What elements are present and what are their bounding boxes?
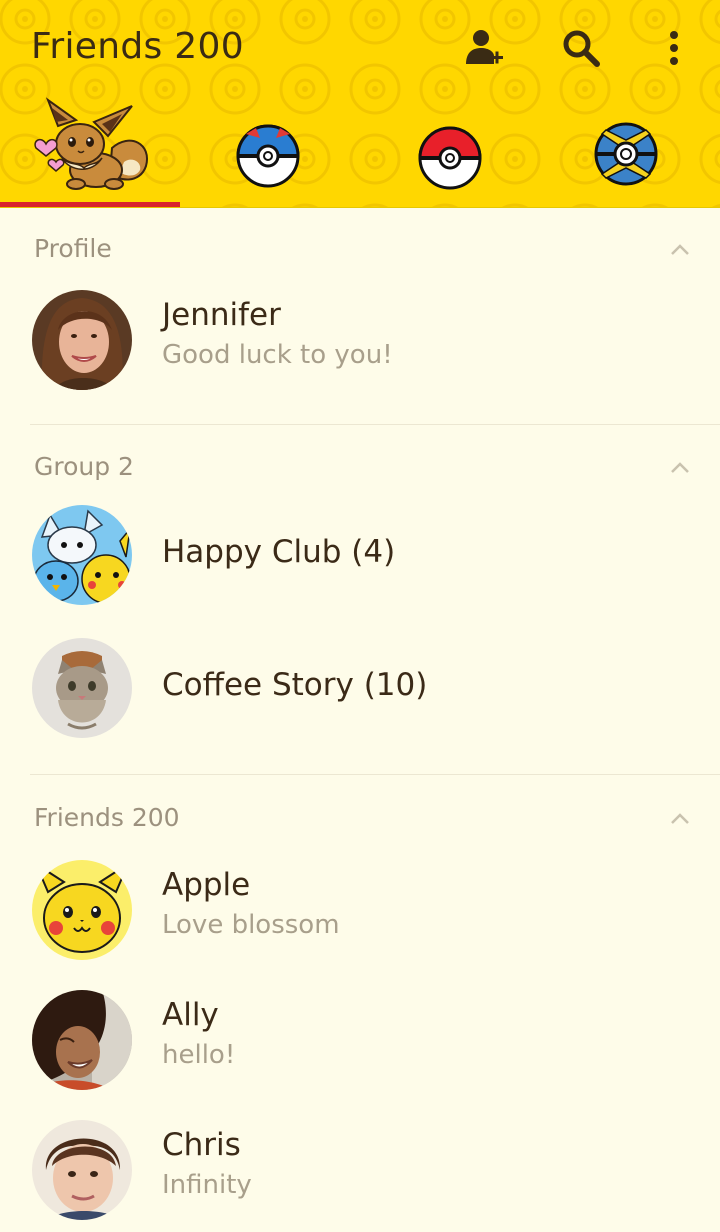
list-item-jennifer[interactable]: Jennifer Good luck to you! <box>0 279 720 399</box>
tab-poke-ball[interactable] <box>360 96 540 207</box>
contact-name: Apple <box>162 867 251 903</box>
pikachu-avatar-icon <box>32 860 132 960</box>
search-icon[interactable] <box>559 26 603 70</box>
group-name: Happy Club (4) <box>162 534 396 570</box>
contact-status: Good luck to you! <box>162 340 393 370</box>
section-divider <box>30 774 720 775</box>
photo-avatar-icon <box>32 290 132 390</box>
section-title: Profile <box>34 234 112 263</box>
great-ball-icon <box>236 124 300 188</box>
photo-avatar-icon <box>32 990 132 1090</box>
section-divider <box>30 424 720 425</box>
more-vert-icon[interactable] <box>652 26 696 70</box>
avatar <box>32 505 132 605</box>
avatar <box>32 290 132 390</box>
group-name: Coffee Story (10) <box>162 667 428 703</box>
tab-eevee[interactable] <box>0 96 180 207</box>
pokemon-group-avatar-icon <box>32 505 132 605</box>
contact-status: hello! <box>162 1040 236 1070</box>
section-title: Friends 200 <box>34 803 180 832</box>
contact-status: Love blossom <box>162 910 340 940</box>
avatar <box>32 1120 132 1220</box>
avatar <box>32 638 132 738</box>
eevee-icon <box>34 97 148 190</box>
section-title: Group 2 <box>34 452 134 481</box>
list-item-apple[interactable]: Apple Love blossom <box>0 849 720 969</box>
list-item-happy-club[interactable]: Happy Club (4) <box>0 494 720 614</box>
quick-ball-icon <box>594 122 658 186</box>
list-item-coffee-story[interactable]: Coffee Story (10) <box>0 627 720 747</box>
chevron-up-icon[interactable] <box>668 456 692 480</box>
chevron-up-icon[interactable] <box>668 238 692 262</box>
selected-tab-indicator <box>0 202 180 207</box>
contact-name: Chris <box>162 1127 241 1163</box>
contact-status: Infinity <box>162 1170 252 1200</box>
contact-name: Jennifer <box>162 297 281 333</box>
contact-name: Ally <box>162 997 219 1033</box>
avatar <box>32 990 132 1090</box>
page-title: Friends 200 <box>31 26 244 67</box>
cat-avatar-icon <box>32 638 132 738</box>
chevron-up-icon[interactable] <box>668 807 692 831</box>
list-item-ally[interactable]: Ally hello! <box>0 979 720 1099</box>
section-header-profile[interactable]: Profile <box>0 220 720 280</box>
avatar <box>32 860 132 960</box>
photo-avatar-icon <box>32 1120 132 1220</box>
tab-great-ball[interactable] <box>180 96 360 207</box>
poke-ball-icon <box>418 126 482 190</box>
section-header-group[interactable]: Group 2 <box>0 438 720 498</box>
section-header-friends[interactable]: Friends 200 <box>0 789 720 849</box>
list-item-chris[interactable]: Chris Infinity <box>0 1109 720 1229</box>
tab-quick-ball[interactable] <box>540 96 720 207</box>
app-header: Friends 200 <box>0 0 720 208</box>
add-friend-icon[interactable] <box>461 26 505 70</box>
